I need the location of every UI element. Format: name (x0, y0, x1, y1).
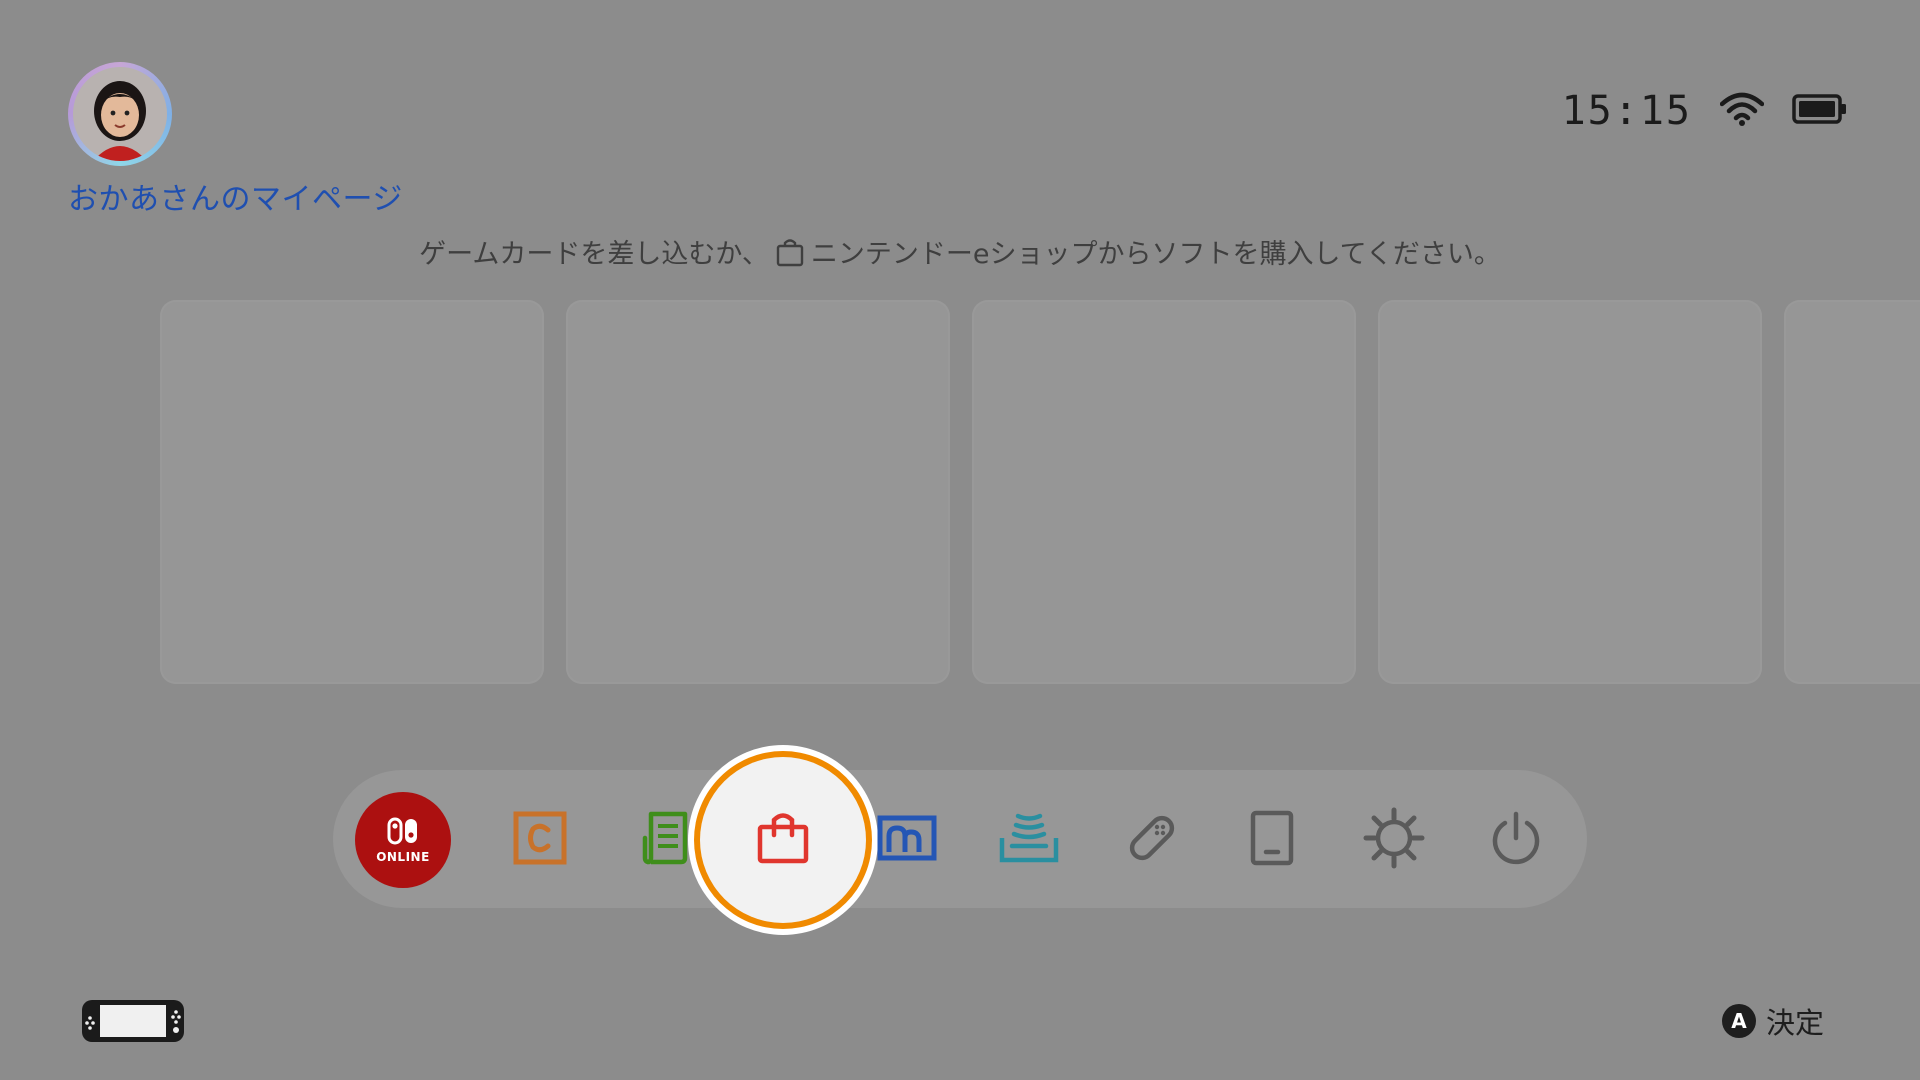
software-tile[interactable] (972, 300, 1356, 684)
tablet-icon (1249, 810, 1295, 870)
my-page-link[interactable]: おかあさんのマイページ (68, 174, 403, 218)
battery-icon (1792, 94, 1848, 128)
vs-wireless-icon (998, 812, 1060, 868)
nintendo-eshop-button[interactable] (700, 757, 866, 923)
controllers-button[interactable] (1104, 792, 1200, 888)
system-settings-button[interactable] (1346, 792, 1442, 888)
album-icon (877, 814, 937, 866)
status-bar: 15:15 (1562, 88, 1848, 134)
album-c-button[interactable] (492, 792, 588, 888)
insert-card-hint: ゲームカードを差し込むか、 ニンテンドーeショップからソフトを購入してください。 (0, 232, 1920, 274)
hint-text-before: ゲームカードを差し込むか、 (419, 239, 769, 270)
hint-text-after: ニンテンドーeショップからソフトを購入してください。 (810, 239, 1501, 270)
software-tile[interactable] (160, 300, 544, 684)
sleep-mode-device-button[interactable] (1224, 792, 1320, 888)
software-tile-row (160, 300, 1920, 684)
album-button[interactable] (859, 792, 955, 888)
album-c-icon (512, 810, 568, 870)
news-button[interactable] (615, 792, 711, 888)
vs-wireless-button[interactable] (981, 792, 1077, 888)
software-tile[interactable] (1784, 300, 1920, 684)
eshop-bag-icon (754, 809, 812, 871)
nintendo-switch-online-button[interactable]: ONLINE (355, 792, 451, 888)
eshop-bag-icon (775, 237, 805, 274)
clock: 15:15 (1561, 88, 1692, 134)
confirm-hint: A 決定 (1721, 1000, 1824, 1042)
confirm-label: 決定 (1765, 1006, 1824, 1040)
power-button[interactable] (1468, 792, 1564, 888)
switch-console-icon (80, 998, 186, 1048)
mii-avatar-icon (73, 67, 167, 161)
software-tile[interactable] (566, 300, 950, 684)
power-icon (1488, 810, 1544, 870)
software-tile[interactable] (1378, 300, 1762, 684)
nintendo-switch-online-icon (386, 817, 420, 848)
user-avatar[interactable] (68, 62, 172, 166)
a-button-icon: A (1721, 1004, 1756, 1038)
online-label: ONLINE (376, 849, 430, 864)
wifi-icon (1719, 92, 1765, 130)
settings-gear-icon (1363, 807, 1425, 873)
news-icon (635, 810, 691, 870)
controller-icon (1121, 807, 1183, 873)
